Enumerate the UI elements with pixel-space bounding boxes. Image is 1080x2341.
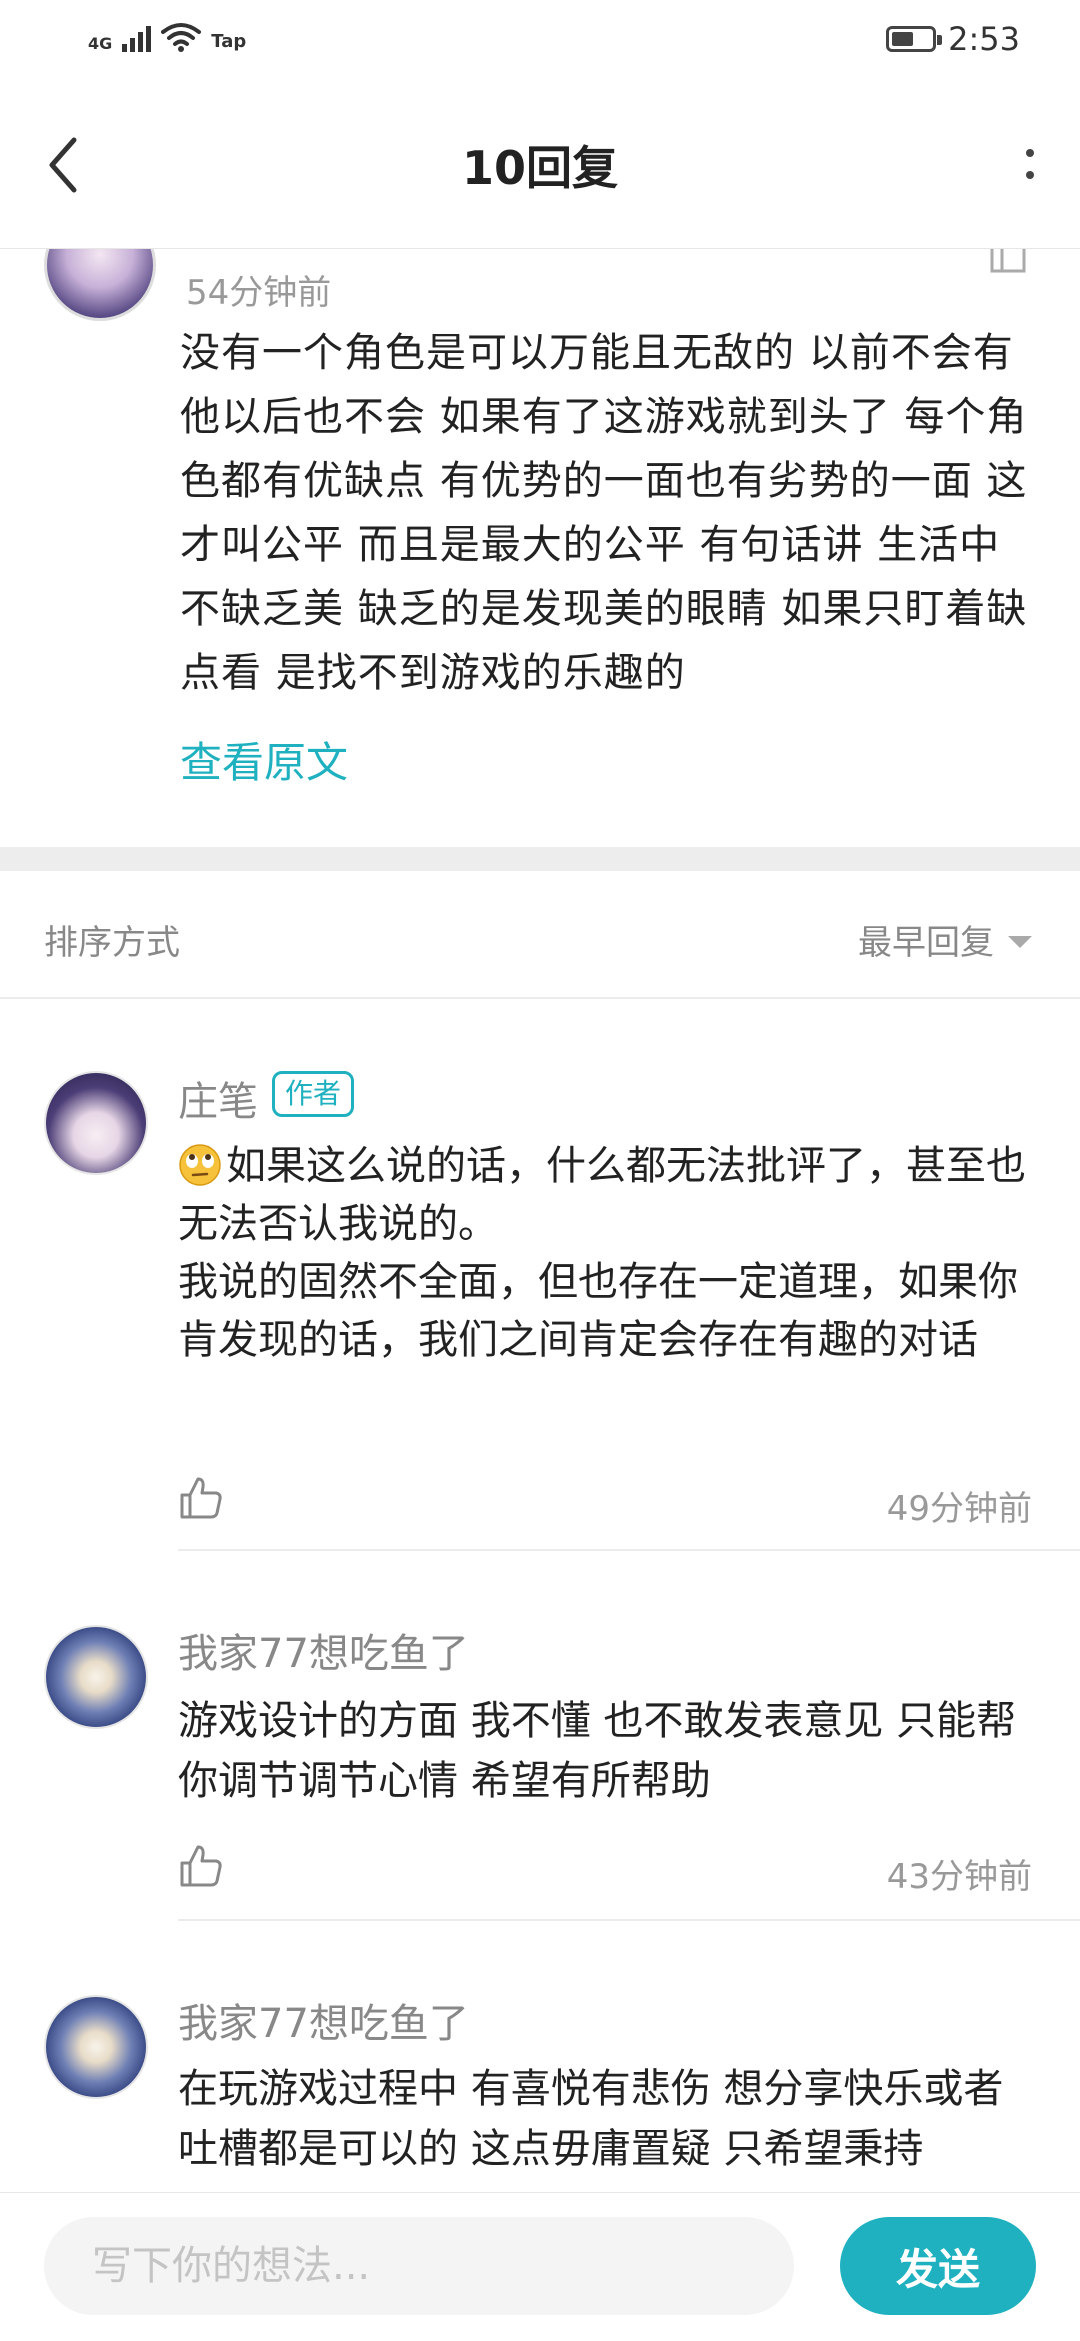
divider	[178, 1919, 1080, 1921]
avatar[interactable]	[44, 1625, 148, 1729]
page-title: 10回复	[461, 141, 618, 195]
comment-input[interactable]	[44, 2217, 794, 2315]
divider	[178, 1549, 1080, 1551]
reply-item: 庄笔 作者 如果这么说的话，什么都无法批评了，甚至也无法否认我说的。 我说的固然…	[0, 999, 1080, 1551]
send-button[interactable]: 发送	[840, 2217, 1036, 2315]
wifi-icon	[161, 23, 202, 52]
top-app-bar: 10回复	[0, 80, 1080, 249]
reply-text-line-1: 如果这么说的话，什么都无法批评了，甚至也无法否认我说的。	[178, 1143, 1026, 1247]
more-dot	[1026, 149, 1034, 157]
more-dot	[1026, 171, 1034, 179]
author-badge: 作者	[272, 1071, 355, 1117]
status-extra-label: Tap	[211, 31, 247, 52]
thumbs-up-icon[interactable]	[988, 249, 1028, 275]
reply-item: 我家77想吃鱼了 在玩游戏过程中 有喜悦有悲伤 想分享快乐或者吐槽都是可以的 这…	[0, 1923, 1080, 2191]
caret-down-icon	[1008, 935, 1032, 948]
avatar[interactable]	[44, 249, 156, 321]
battery-fill	[892, 32, 914, 46]
status-right: 2:53	[886, 20, 1020, 58]
eye-roll-emoji-icon	[179, 1144, 221, 1186]
sort-bar: 排序方式 最早回复	[0, 871, 1080, 999]
sort-dropdown[interactable]: 最早回复	[858, 915, 1032, 964]
avatar[interactable]	[44, 1071, 148, 1175]
reply-body: 在玩游戏过程中 有喜悦有悲伤 想分享快乐或者吐槽都是可以的 这点毋庸置疑 只希望…	[178, 2066, 1004, 2172]
network-type: 4G	[88, 34, 113, 53]
reply-username[interactable]: 庄笔	[178, 1069, 258, 1127]
view-original-link[interactable]: 查看原文	[180, 729, 348, 790]
status-bar: 4G Tap 2:53	[0, 0, 1080, 80]
thumbs-up-icon[interactable]	[178, 1843, 224, 1889]
comment-body: 没有一个角色是可以万能且无敌的 以前不会有他以后也不会 如果有了这游戏就到头了 …	[180, 330, 1028, 696]
reply-username[interactable]: 我家77想吃鱼了	[178, 1991, 469, 2049]
status-left: 4G Tap	[88, 22, 246, 52]
reply-body: 如果这么说的话，什么都无法批评了，甚至也无法否认我说的。 我说的固然不全面，但也…	[178, 1137, 1038, 1369]
reply-username[interactable]: 我家77想吃鱼了	[178, 1621, 469, 1679]
comment-composer: 发送	[0, 2192, 1080, 2341]
reply-body: 游戏设计的方面 我不懂 也不敢发表意见 只能帮你调节调节心情 希望有所帮助	[178, 1698, 1017, 1804]
status-time: 2:53	[948, 20, 1020, 58]
reply-time: 43分钟前	[886, 1857, 1032, 1897]
battery-icon	[886, 26, 943, 52]
thumbs-up-icon[interactable]	[178, 1475, 224, 1521]
reply-time: 49分钟前	[886, 1489, 1032, 1529]
comment-time: 54分钟前	[186, 273, 332, 313]
main-comment: 54分钟前 没有一个角色是可以万能且无敌的 以前不会有他以后也不会 如果有了这游…	[0, 249, 1080, 847]
more-vertical-icon[interactable]	[1010, 132, 1050, 196]
section-divider	[0, 847, 1080, 871]
sort-selected-value: 最早回复	[858, 923, 994, 963]
reply-text-line-2: 我说的固然不全面，但也存在一定道理，如果你肯发现的话，我们之间肯定会存在有趣的对…	[178, 1259, 1018, 1363]
sort-label: 排序方式	[44, 923, 180, 963]
avatar[interactable]	[44, 1995, 148, 2099]
reply-item: 我家77想吃鱼了 游戏设计的方面 我不懂 也不敢发表意见 只能帮你调节调节心情 …	[0, 1553, 1080, 1921]
signal-icon	[122, 24, 152, 52]
